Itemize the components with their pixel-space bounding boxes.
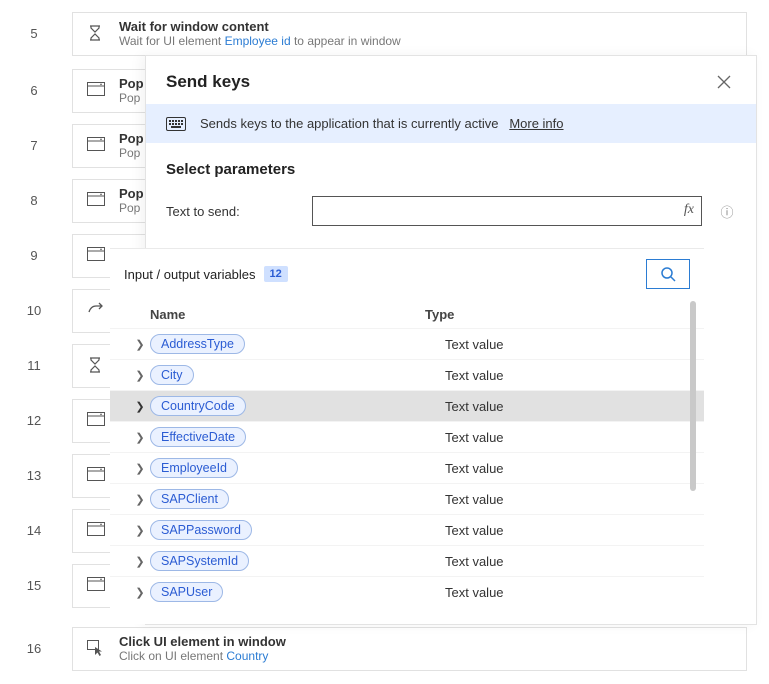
variable-chip[interactable]: CountryCode [150,396,246,416]
variable-chip[interactable]: SAPClient [150,489,229,509]
variable-type: Text value [445,368,504,383]
chevron-right-icon[interactable]: ❯ [130,493,150,506]
window-icon [87,412,105,426]
chevron-right-icon[interactable]: ❯ [130,431,150,444]
step-card[interactable]: Wait for window contentWait for UI eleme… [72,12,747,56]
step-title: Wait for window content [119,19,736,34]
scrollbar[interactable] [690,301,696,491]
variable-type: Text value [445,585,504,600]
variable-type: Text value [445,492,504,507]
step-subtitle: Click on UI element Country [119,649,736,663]
chevron-right-icon[interactable]: ❯ [130,400,150,413]
chevron-right-icon[interactable]: ❯ [130,462,150,475]
chevron-right-icon[interactable]: ❯ [130,338,150,351]
info-icon[interactable]: ⓘ [718,202,736,221]
variable-chip[interactable]: SAPUser [150,582,223,602]
step-link[interactable]: Country [226,649,268,663]
variable-count-badge: 12 [264,266,288,282]
step-number: 11 [24,358,44,373]
variable-type: Text value [445,430,504,445]
variable-chip[interactable]: AddressType [150,334,245,354]
variable-row[interactable]: ❯SAPClient Text value [110,483,704,514]
window-icon [87,577,105,591]
variable-picker: Input / output variables 12 Name Type ❯A… [110,248,704,624]
column-type-header: Type [425,307,454,322]
step-number: 5 [24,26,44,41]
section-heading: Select parameters [166,161,736,178]
window-icon [87,467,105,481]
step-number: 7 [24,138,44,153]
variable-row[interactable]: ❯AddressType Text value [110,328,704,359]
text-to-send-input[interactable] [312,196,702,226]
variable-type: Text value [445,523,504,538]
search-button[interactable] [646,259,690,289]
variable-row[interactable]: ❯SAPPassword Text value [110,514,704,545]
arrow-icon [87,302,105,314]
window-icon [87,192,105,206]
variable-type: Text value [445,461,504,476]
variable-row[interactable]: ❯CountryCode Text value [110,390,704,421]
step-link[interactable]: Employee id [225,34,291,48]
cursor-icon [87,640,103,656]
step-number: 16 [24,641,44,656]
variable-chip[interactable]: EmployeeId [150,458,238,478]
info-banner: Sends keys to the application that is cu… [146,104,756,143]
step-number: 12 [24,413,44,428]
step-number: 14 [24,523,44,538]
close-icon [717,75,731,89]
window-icon [87,522,105,536]
step-card[interactable]: Click UI element in windowClick on UI el… [72,627,747,671]
variable-chip[interactable]: SAPSystemId [150,551,249,571]
search-icon [660,266,676,282]
step-number: 10 [24,303,44,318]
variable-type: Text value [445,337,504,352]
variable-chip[interactable]: City [150,365,194,385]
variable-row[interactable]: ❯SAPSystemId Text value [110,545,704,576]
info-text: Sends keys to the application that is cu… [200,116,498,131]
window-icon [87,82,105,96]
variable-type: Text value [445,399,504,414]
more-info-link[interactable]: More info [509,116,563,131]
step-number: 13 [24,468,44,483]
variable-type: Text value [445,554,504,569]
step-number: 9 [24,248,44,263]
picker-heading: Input / output variables [124,267,256,282]
chevron-right-icon[interactable]: ❯ [130,555,150,568]
dialog-title: Send keys [166,72,250,92]
step-subtitle: Wait for UI element Employee id to appea… [119,34,736,48]
variable-row[interactable]: ❯SAPUser Text value [110,576,704,607]
chevron-right-icon[interactable]: ❯ [130,369,150,382]
step-number: 6 [24,83,44,98]
keyboard-icon [166,117,186,131]
param-label: Text to send: [166,204,296,219]
variable-chip[interactable]: EffectiveDate [150,427,246,447]
chevron-right-icon[interactable]: ❯ [130,524,150,537]
variable-chip[interactable]: SAPPassword [150,520,252,540]
step-number: 8 [24,193,44,208]
send-keys-dialog: Send keys Sends keys to the application … [145,55,757,625]
close-button[interactable] [712,70,736,94]
step-number: 15 [24,578,44,593]
variable-row[interactable]: ❯EffectiveDate Text value [110,421,704,452]
column-name-header: Name [150,307,425,322]
variable-row[interactable]: ❯City Text value [110,359,704,390]
chevron-right-icon[interactable]: ❯ [130,586,150,599]
hourglass-icon [87,25,103,41]
window-icon [87,247,105,261]
variable-row[interactable]: ❯EmployeeId Text value [110,452,704,483]
fx-button[interactable]: fx [684,202,694,218]
step-title: Click UI element in window [119,634,736,649]
window-icon [87,137,105,151]
hourglass-icon [87,357,103,373]
